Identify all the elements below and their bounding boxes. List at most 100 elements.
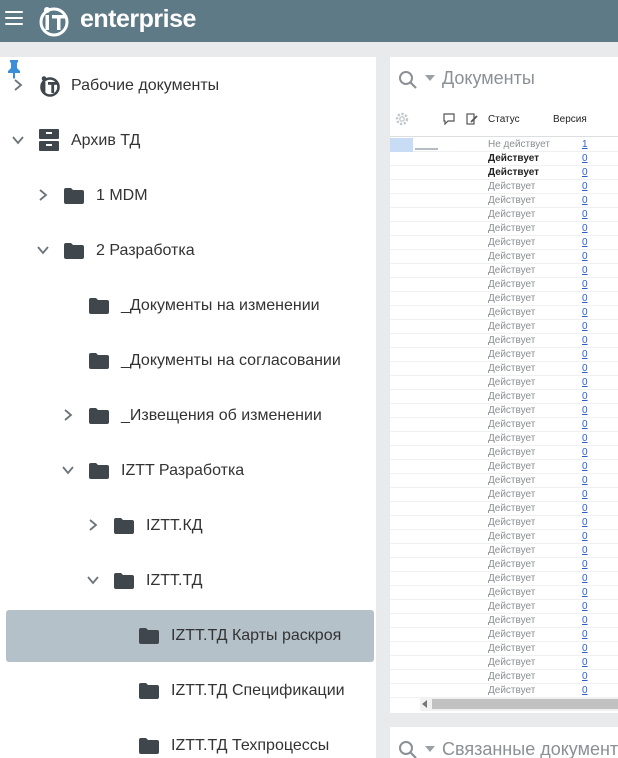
table-row[interactable]: Действует 0 — [390, 292, 618, 306]
table-row[interactable]: Действует 0 — [390, 362, 618, 376]
version-link[interactable]: 0 — [582, 573, 588, 585]
pin-icon[interactable] — [3, 58, 25, 80]
tree-item[interactable]: Архив ТД — [6, 115, 374, 167]
tree-item[interactable]: Рабочие документы — [6, 60, 374, 112]
chevron-down-icon[interactable] — [60, 462, 76, 478]
table-row[interactable]: Действует 0 — [390, 152, 618, 166]
table-row[interactable]: Действует 0 — [390, 166, 618, 180]
version-link[interactable]: 0 — [582, 321, 588, 333]
tree-item[interactable]: 1 MDM — [6, 170, 374, 222]
version-link[interactable]: 0 — [582, 489, 588, 501]
version-link[interactable]: 0 — [582, 545, 588, 557]
table-row[interactable]: Действует 0 — [390, 236, 618, 250]
scroll-left-icon[interactable] — [422, 700, 427, 708]
version-link[interactable]: 0 — [582, 195, 588, 207]
table-row[interactable]: Действует 0 — [390, 572, 618, 586]
table-row[interactable]: Действует 0 — [390, 516, 618, 530]
version-link[interactable]: 0 — [582, 503, 588, 515]
tree-item[interactable]: IZTT Разработка — [6, 445, 374, 497]
version-link[interactable]: 0 — [582, 279, 588, 291]
version-link[interactable]: 0 — [582, 167, 588, 179]
chevron-down-icon[interactable] — [85, 572, 101, 588]
table-row[interactable]: Действует 0 — [390, 586, 618, 600]
scrollbar-thumb[interactable] — [432, 699, 618, 709]
version-link[interactable]: 0 — [582, 643, 588, 655]
version-link[interactable]: 0 — [582, 657, 588, 669]
row-selection-cell[interactable] — [390, 138, 413, 152]
tree-item[interactable]: _Документы на изменении — [6, 280, 374, 332]
version-link[interactable]: 0 — [582, 349, 588, 361]
version-link[interactable]: 0 — [582, 419, 588, 431]
version-link[interactable]: 0 — [582, 587, 588, 599]
table-row[interactable]: Действует 0 — [390, 334, 618, 348]
version-link[interactable]: 0 — [582, 293, 588, 305]
tree-item[interactable]: IZTT.КД — [6, 500, 374, 552]
tree-item[interactable]: 2 Разработка — [6, 225, 374, 277]
chevron-down-icon[interactable] — [35, 242, 51, 258]
chevron-right-icon[interactable] — [60, 407, 76, 423]
table-row[interactable]: Действует 0 — [390, 502, 618, 516]
table-row[interactable]: Действует 0 — [390, 460, 618, 474]
version-link[interactable]: 0 — [582, 223, 588, 235]
version-link[interactable]: 0 — [582, 335, 588, 347]
search-icon[interactable] — [398, 70, 418, 90]
version-link[interactable]: 0 — [582, 307, 588, 319]
table-row[interactable]: Действует 0 — [390, 222, 618, 236]
chevron-right-icon[interactable] — [85, 517, 101, 533]
table-row[interactable]: Действует 0 — [390, 418, 618, 432]
version-link[interactable]: 0 — [582, 265, 588, 277]
version-link[interactable]: 0 — [582, 517, 588, 529]
table-row[interactable]: Действует 0 — [390, 208, 618, 222]
table-row[interactable]: Действует 0 — [390, 642, 618, 656]
table-row[interactable]: Действует 0 — [390, 278, 618, 292]
table-row[interactable]: Действует 0 — [390, 432, 618, 446]
table-row[interactable]: Действует 0 — [390, 474, 618, 488]
table-row[interactable]: Действует 0 — [390, 180, 618, 194]
version-link[interactable]: 0 — [582, 153, 588, 165]
table-row[interactable]: Действует 0 — [390, 544, 618, 558]
table-row[interactable]: Действует 0 — [390, 670, 618, 684]
table-row[interactable]: Действует 0 — [390, 376, 618, 390]
version-link[interactable]: 0 — [582, 433, 588, 445]
column-header-status[interactable]: Статус — [488, 114, 520, 125]
version-link[interactable]: 0 — [582, 461, 588, 473]
version-link[interactable]: 0 — [582, 237, 588, 249]
table-row[interactable]: Действует 0 — [390, 404, 618, 418]
dropdown-caret-icon[interactable] — [425, 746, 435, 752]
version-link[interactable]: 0 — [582, 181, 588, 193]
table-row[interactable]: Действует 0 — [390, 306, 618, 320]
version-link[interactable]: 0 — [582, 475, 588, 487]
version-link[interactable]: 1 — [582, 139, 588, 151]
version-link[interactable]: 0 — [582, 377, 588, 389]
dropdown-caret-icon[interactable] — [425, 75, 435, 81]
version-link[interactable]: 0 — [582, 601, 588, 613]
version-link[interactable]: 0 — [582, 671, 588, 683]
version-link[interactable]: 0 — [582, 447, 588, 459]
table-row[interactable]: Действует 0 — [390, 614, 618, 628]
tree-item[interactable]: IZTT.ТД — [6, 555, 374, 607]
tree-item[interactable]: _Документы на согласовании — [6, 335, 374, 387]
table-row[interactable]: Действует 0 — [390, 250, 618, 264]
tree-item[interactable]: IZTT.ТД Карты раскроя — [6, 610, 374, 662]
chevron-down-icon[interactable] — [10, 132, 26, 148]
table-row[interactable]: Действует 0 — [390, 488, 618, 502]
table-row[interactable]: Действует 0 — [390, 628, 618, 642]
table-row[interactable]: Действует 0 — [390, 194, 618, 208]
chevron-right-icon[interactable] — [35, 187, 51, 203]
version-link[interactable]: 0 — [582, 209, 588, 221]
table-row[interactable]: Действует 0 — [390, 656, 618, 670]
hamburger-menu-icon[interactable] — [5, 11, 23, 25]
table-row[interactable]: Действует 0 — [390, 264, 618, 278]
table-row[interactable]: Действует 0 — [390, 390, 618, 404]
horizontal-scrollbar[interactable] — [420, 697, 618, 711]
version-link[interactable]: 0 — [582, 559, 588, 571]
version-link[interactable]: 0 — [582, 251, 588, 263]
gear-icon[interactable] — [394, 111, 410, 127]
table-row[interactable]: Действует 0 — [390, 684, 618, 698]
tree-item[interactable]: _Извещения об изменении — [6, 390, 374, 442]
version-link[interactable]: 0 — [582, 531, 588, 543]
search-icon[interactable] — [398, 740, 418, 758]
version-link[interactable]: 0 — [582, 391, 588, 403]
tree-item[interactable]: IZTT.ТД Спецификации — [6, 665, 374, 717]
table-row[interactable]: Действует 0 — [390, 348, 618, 362]
